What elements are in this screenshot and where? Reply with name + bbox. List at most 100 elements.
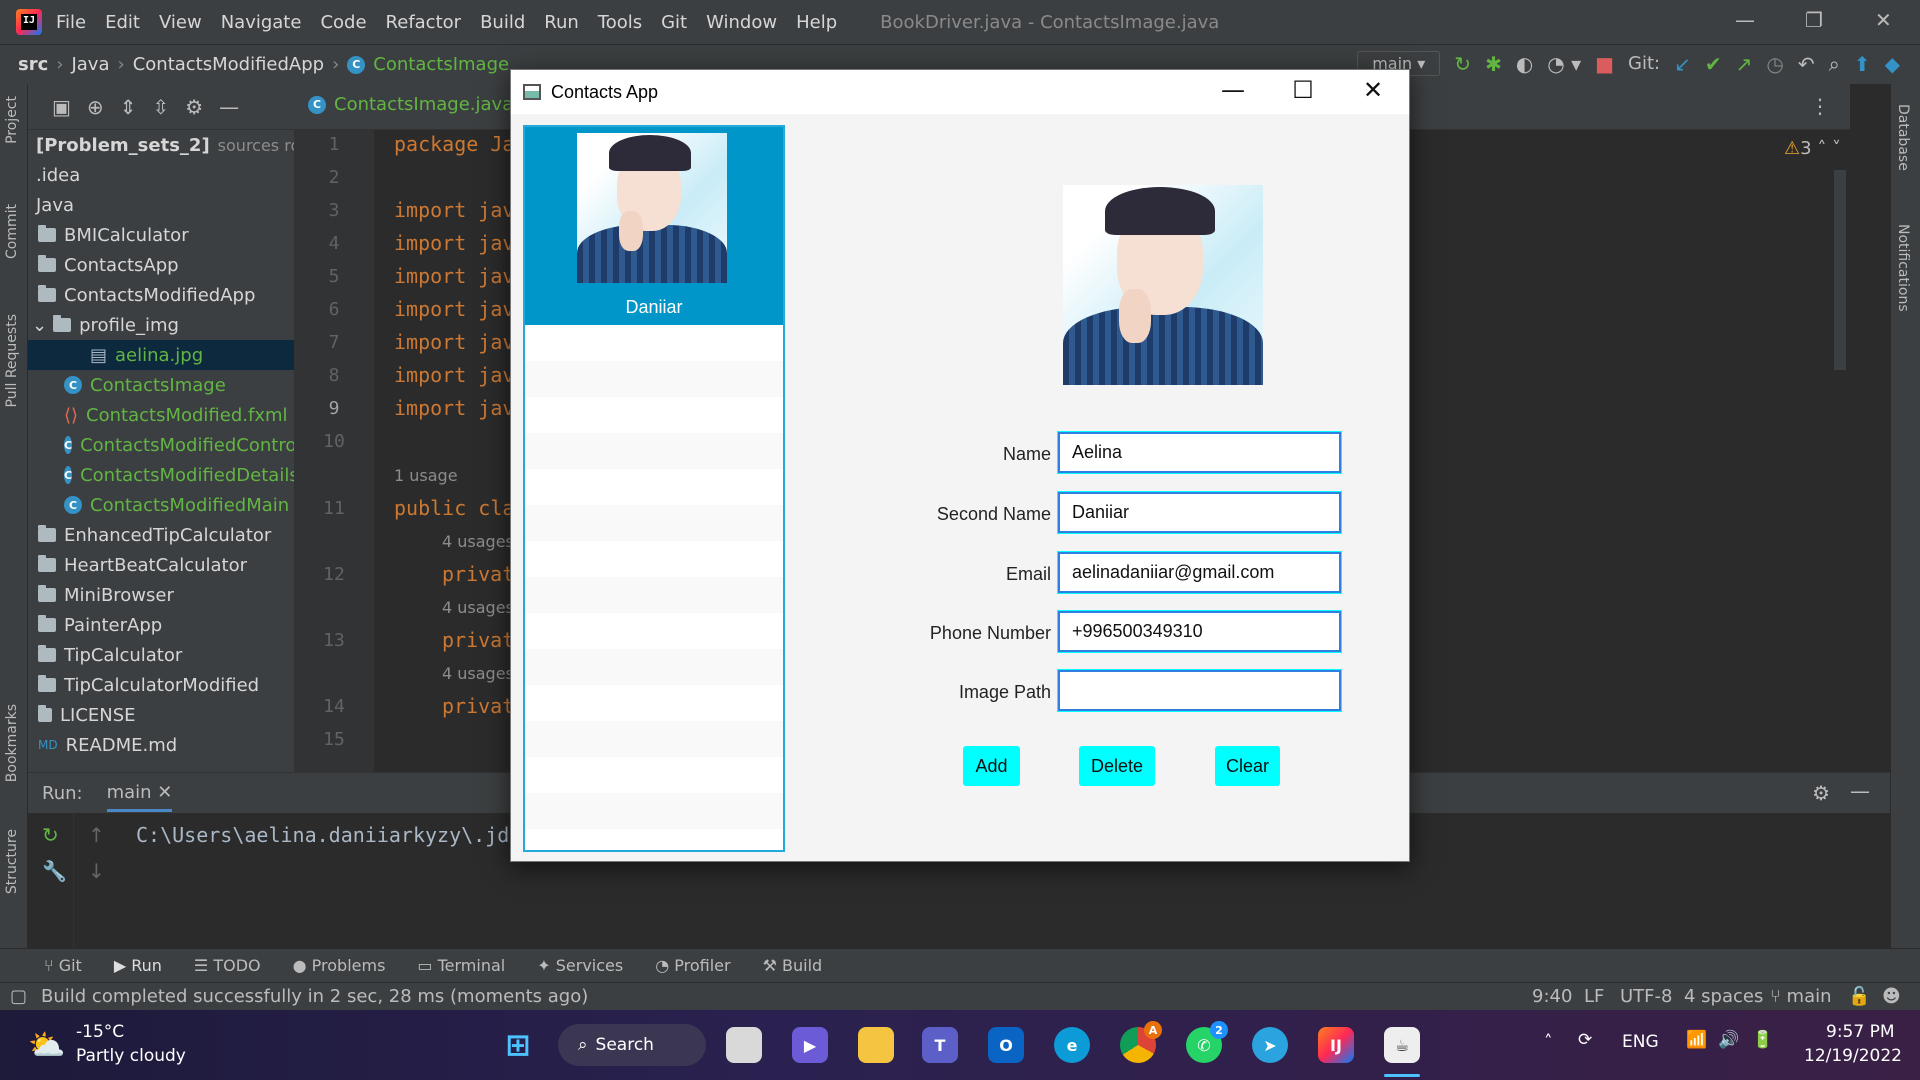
warnings-indicator[interactable]: ⚠3 ˄ ˅	[1784, 138, 1841, 159]
stop-icon[interactable]: ■	[1595, 52, 1614, 76]
notifications-tool-tab[interactable]: Notifications	[1895, 224, 1911, 312]
caret-position[interactable]: 9:40	[1532, 986, 1572, 1007]
chrome-icon[interactable]: A	[1120, 1021, 1162, 1063]
tree-item-folder[interactable]: BMICalculator	[28, 220, 294, 250]
structure-tool-tab[interactable]: Structure	[4, 829, 20, 894]
minimize-icon[interactable]: —	[1735, 8, 1755, 32]
list-row-empty[interactable]	[525, 361, 783, 397]
arrow-down-icon[interactable]: ↓	[88, 859, 105, 883]
email-field[interactable]: aelinadaniiar@gmail.com	[1057, 551, 1342, 594]
hide-icon[interactable]: —	[219, 95, 239, 119]
collapse-all-icon[interactable]: ⇳	[152, 95, 169, 119]
menu-file[interactable]: File	[56, 12, 86, 33]
menu-help[interactable]: Help	[796, 12, 837, 33]
more-icon[interactable]: ⋮	[1810, 94, 1830, 118]
update-icon[interactable]: ⬆	[1854, 52, 1871, 76]
whatsapp-icon[interactable]: ✆ 2	[1186, 1021, 1228, 1063]
intellij-taskbar-icon[interactable]: IJ	[1318, 1027, 1354, 1063]
menu-git[interactable]: Git	[661, 12, 687, 33]
contact-list-item-selected[interactable]: Daniiar	[525, 127, 783, 325]
second-name-field[interactable]: Daniiar	[1057, 491, 1342, 534]
sync-icon[interactable]: ⟳	[1578, 1030, 1592, 1050]
language-indicator[interactable]: ENG	[1622, 1032, 1659, 1052]
usage-hint[interactable]: 4 usages	[442, 532, 514, 551]
list-row-empty[interactable]	[525, 505, 783, 541]
wifi-icon[interactable]: 📶	[1686, 1030, 1707, 1050]
windows-start-icon[interactable]: ⊞	[500, 1027, 536, 1063]
panel-layout-icon[interactable]: ▣	[52, 95, 71, 119]
taskbar-search[interactable]: ⌕ Search	[558, 1024, 706, 1066]
java-app-taskbar-icon[interactable]: ☕	[1384, 1027, 1420, 1063]
git-branch[interactable]: ⑂ main	[1770, 986, 1832, 1007]
list-row-empty[interactable]	[525, 397, 783, 433]
file-explorer-icon[interactable]	[858, 1027, 894, 1063]
indent-setting[interactable]: 4 spaces	[1684, 986, 1763, 1007]
arrow-up-icon[interactable]: ↑	[88, 823, 105, 847]
commit-tool-tab[interactable]: Commit	[4, 204, 20, 259]
tree-item-folder[interactable]: PainterApp	[28, 610, 294, 640]
rerun-icon[interactable]: ↻	[1454, 52, 1471, 76]
edge-icon[interactable]: e	[1054, 1027, 1090, 1063]
weather-icon[interactable]: ⛅	[28, 1028, 65, 1063]
close-icon[interactable]: ✕	[1875, 8, 1892, 32]
tree-item-folder[interactable]: MiniBrowser	[28, 580, 294, 610]
git-commit-icon[interactable]: ✔	[1705, 52, 1722, 76]
line-separator[interactable]: LF	[1584, 986, 1604, 1007]
add-button[interactable]: Add	[963, 746, 1020, 786]
task-view-icon[interactable]	[726, 1027, 762, 1063]
tree-item-java[interactable]: Java	[28, 190, 294, 220]
tree-item-fxml[interactable]: ⟨⟩ ContactsModified.fxml	[28, 400, 294, 430]
tool-services[interactable]: ✦ Services	[537, 956, 623, 975]
tool-terminal[interactable]: ▭ Terminal	[417, 956, 505, 975]
clock-time[interactable]: 9:57 PM	[1826, 1022, 1895, 1042]
tool-run[interactable]: ▶ Run	[114, 956, 162, 975]
weather-desc[interactable]: Partly cloudy	[76, 1046, 186, 1066]
contacts-list[interactable]: Daniiar	[523, 125, 785, 852]
status-message[interactable]: Build completed successfully in 2 sec, 2…	[41, 986, 588, 1007]
tree-item-folder[interactable]: ContactsModifiedApp	[28, 280, 294, 310]
rollback-icon[interactable]: ↶	[1798, 52, 1815, 76]
intellij-logo-icon[interactable]: IJ	[16, 9, 42, 35]
maximize-icon[interactable]: ☐	[1281, 76, 1325, 104]
gear-icon[interactable]: ⚙	[1812, 781, 1830, 805]
profile-icon[interactable]: ◔ ▾	[1547, 52, 1581, 76]
list-row-empty[interactable]	[525, 685, 783, 721]
tree-item-file[interactable]: MD README.md	[28, 730, 294, 760]
inspector-icon[interactable]: ☻	[1882, 986, 1901, 1007]
menu-edit[interactable]: Edit	[105, 12, 140, 33]
list-row-empty[interactable]	[525, 649, 783, 685]
list-row-empty[interactable]	[525, 721, 783, 757]
restore-icon[interactable]: ❐	[1805, 8, 1823, 32]
battery-icon[interactable]: 🔋	[1752, 1030, 1773, 1050]
clear-button[interactable]: Clear	[1215, 746, 1280, 786]
tree-item-image[interactable]: ▤ aelina.jpg	[28, 340, 294, 370]
telegram-icon[interactable]: ➤	[1252, 1027, 1288, 1063]
tree-item-folder[interactable]: HeartBeatCalculator	[28, 550, 294, 580]
tool-git[interactable]: ⑂ Git	[44, 956, 82, 975]
git-update-icon[interactable]: ↙	[1674, 52, 1691, 76]
delete-button[interactable]: Delete	[1079, 746, 1155, 786]
breadcrumb-app[interactable]: ContactsModifiedApp	[133, 54, 324, 75]
tree-item-class[interactable]: C ContactsModifiedMain	[28, 490, 294, 520]
list-row-empty[interactable]	[525, 433, 783, 469]
image-path-field[interactable]	[1057, 669, 1342, 712]
coverage-icon[interactable]: ◐	[1516, 52, 1533, 76]
project-tool-tab[interactable]: Project	[4, 96, 20, 144]
database-tool-tab[interactable]: Database	[1895, 104, 1911, 171]
file-encoding[interactable]: UTF-8	[1620, 986, 1672, 1007]
usage-hint[interactable]: 1 usage	[394, 466, 458, 485]
expand-all-icon[interactable]: ⇕	[120, 95, 137, 119]
tool-build[interactable]: ⚒ Build	[763, 956, 823, 975]
tree-item-folder[interactable]: EnhancedTipCalculator	[28, 520, 294, 550]
list-row-empty[interactable]	[525, 613, 783, 649]
tool-profiler[interactable]: ◔ Profiler	[655, 956, 730, 975]
tree-item-file[interactable]: LICENSE	[28, 700, 294, 730]
hide-icon[interactable]: —	[1850, 779, 1870, 803]
list-row-empty[interactable]	[525, 793, 783, 829]
tree-item-root[interactable]: [Problem_sets_2]sources root,	[28, 130, 294, 160]
wrench-icon[interactable]: 🔧	[42, 859, 67, 883]
tree-item-folder[interactable]: ContactsApp	[28, 250, 294, 280]
tree-item-idea[interactable]: .idea	[28, 160, 294, 190]
lock-icon[interactable]: 🔓	[1848, 986, 1870, 1007]
chevron-up-icon[interactable]: ˄	[1544, 1032, 1553, 1052]
